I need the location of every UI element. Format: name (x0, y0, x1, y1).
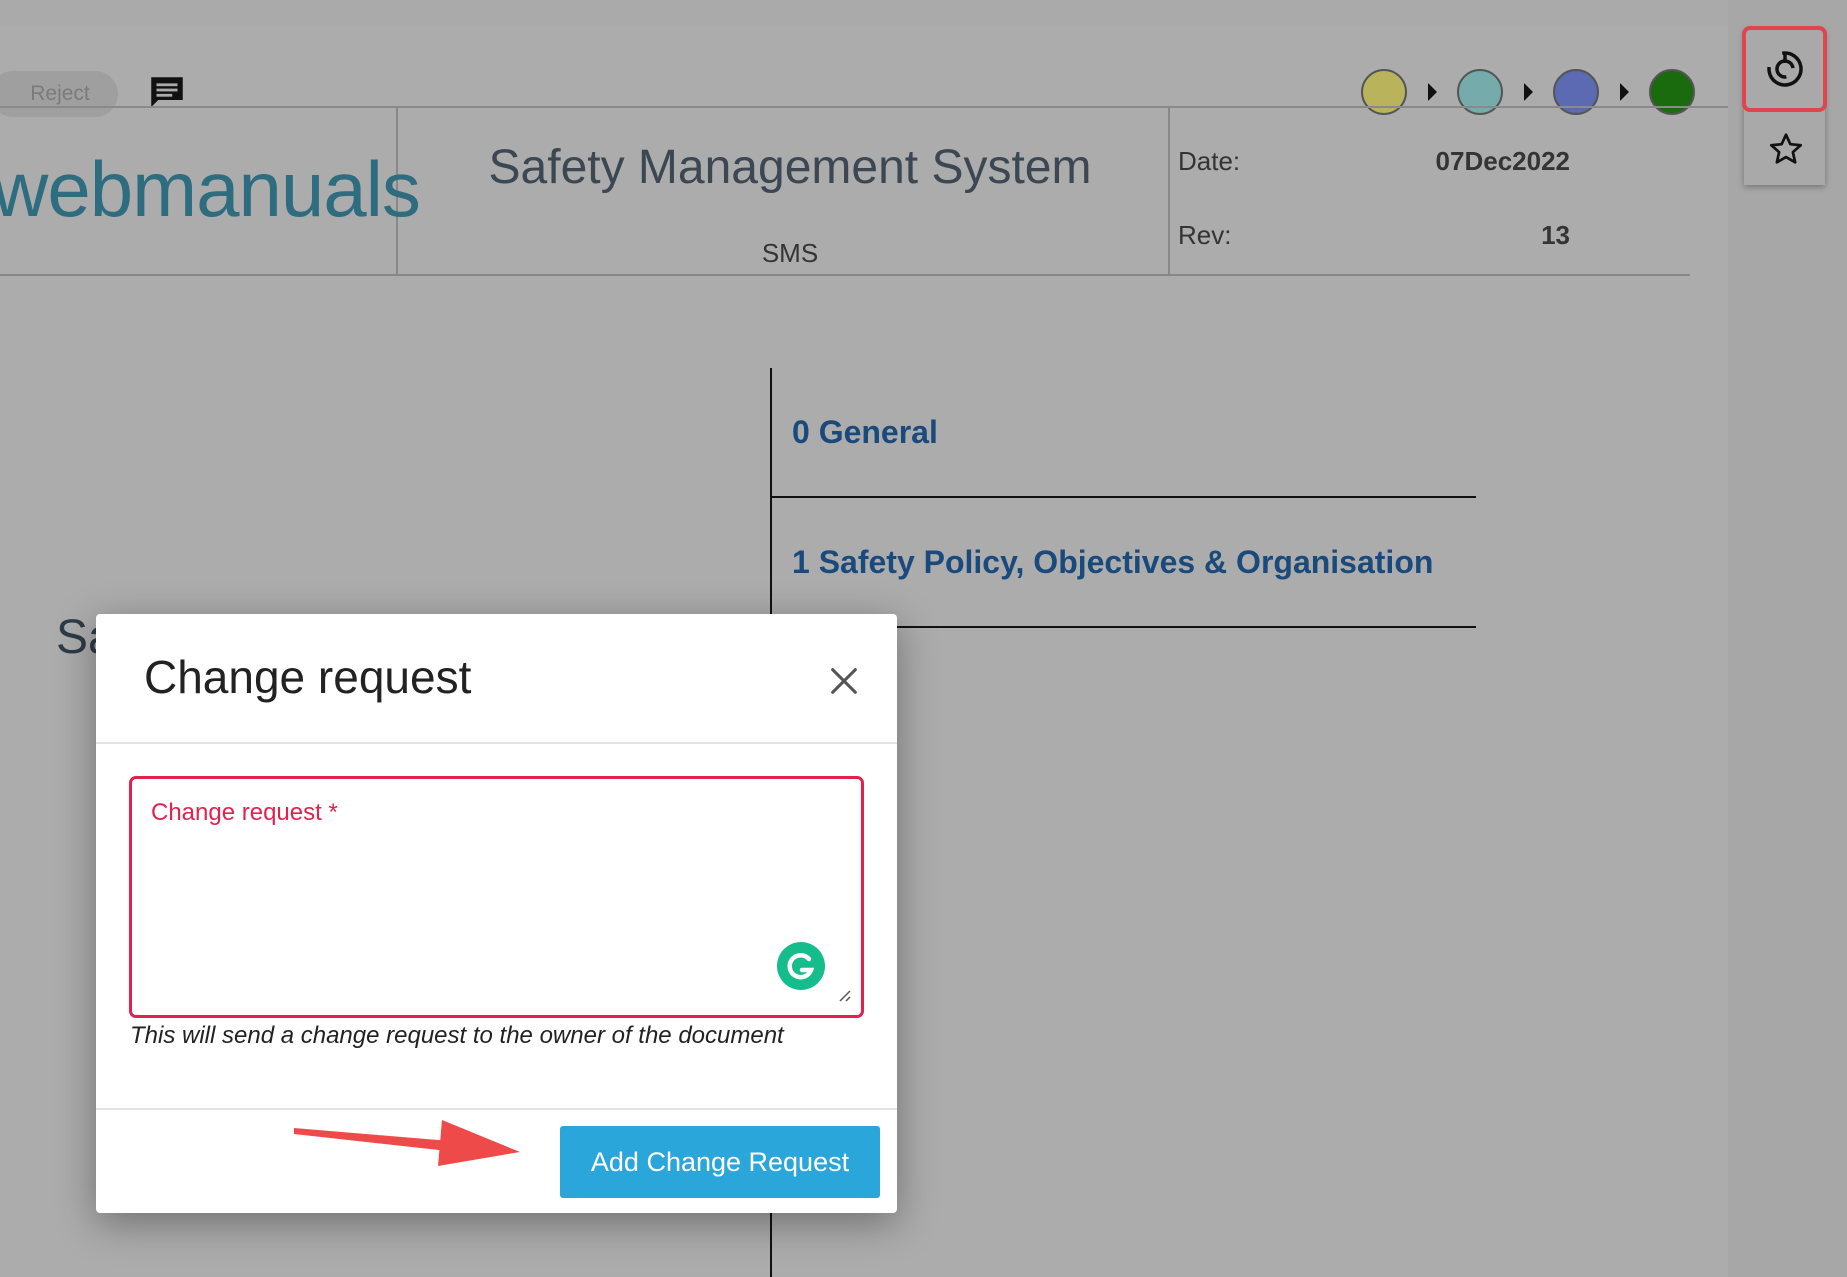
close-icon[interactable] (827, 664, 861, 698)
status-step-blue (1553, 69, 1599, 115)
change-request-textarea[interactable]: Change request * (129, 776, 864, 1018)
rev-label: Rev: (1178, 220, 1232, 250)
dialog-header-divider (96, 742, 897, 744)
date-label: Date: (1178, 146, 1241, 176)
toc-item-safety-policy[interactable]: 1 Safety Policy, Objectives & Organisati… (792, 544, 1433, 581)
grammarly-glyph-icon (787, 953, 815, 980)
change-request-field-label: Change request * (151, 799, 338, 826)
helper-text: This will send a change request to the o… (130, 1022, 784, 1049)
status-step-green (1649, 69, 1695, 115)
highlight-outline (1742, 26, 1827, 112)
status-step-teal (1457, 69, 1503, 115)
dialog-footer-divider (96, 1108, 897, 1110)
webmanuals-logo: webmanuals (0, 145, 421, 233)
reject-button[interactable]: Reject (0, 71, 118, 117)
document-title: Safety Management System (488, 141, 1092, 194)
status-arrow-icon (1428, 83, 1437, 101)
status-arrow-icon (1524, 83, 1533, 101)
date-value: 07Dec2022 (1435, 146, 1570, 176)
pointer-arrow-icon (294, 1120, 520, 1166)
grammarly-icon[interactable] (777, 942, 825, 990)
document-subtitle: SMS (761, 238, 819, 268)
dialog-title: Change request (144, 651, 472, 703)
resize-handle-icon[interactable] (836, 987, 852, 1003)
toc-item-general[interactable]: 0 General (792, 414, 938, 451)
rev-value: 13 (1541, 220, 1570, 250)
header-bottom-line (0, 274, 1690, 276)
toolbar-divider (0, 106, 1728, 108)
star-icon[interactable] (1768, 131, 1804, 167)
add-change-request-button[interactable]: Add Change Request (560, 1126, 880, 1198)
status-step-yellow (1361, 69, 1407, 115)
toc-separator (770, 496, 1476, 498)
status-arrow-icon (1620, 83, 1629, 101)
right-sidebar (1728, 0, 1847, 1277)
